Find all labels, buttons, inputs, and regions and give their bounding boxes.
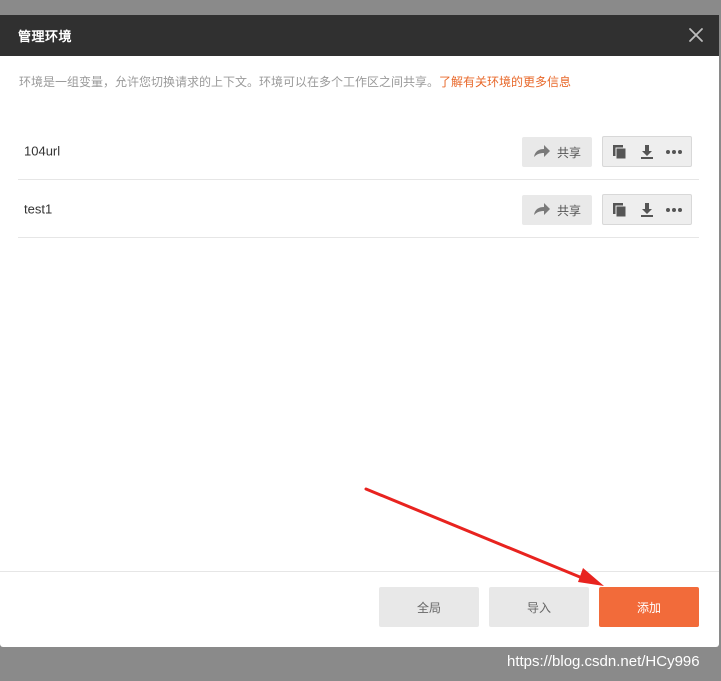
environment-name[interactable]: 104url: [24, 143, 60, 158]
download-icon[interactable]: [636, 141, 658, 163]
more-icon[interactable]: [663, 199, 685, 221]
learn-more-link[interactable]: 了解有关环境的更多信息: [439, 75, 571, 89]
watermark: https://blog.csdn.net/HCy996: [507, 653, 700, 670]
environment-actions: [602, 136, 692, 167]
add-button[interactable]: 添加: [599, 587, 699, 627]
share-label: 共享: [556, 145, 581, 160]
environment-list: 104url 共享 test1 共享: [18, 122, 699, 238]
import-button[interactable]: 导入: [489, 587, 589, 627]
share-arrow-icon: [533, 144, 551, 161]
copy-icon[interactable]: [609, 199, 631, 221]
more-icon[interactable]: [663, 141, 685, 163]
intro-text: 环境是一组变量，允许您切换请求的上下文。环境可以在多个工作区之间共享。了解有关环…: [19, 73, 571, 90]
environment-row[interactable]: 104url 共享: [18, 122, 699, 180]
share-arrow-icon: [533, 202, 551, 219]
manage-environments-dialog: 管理环境 环境是一组变量，允许您切换请求的上下文。环境可以在多个工作区之间共享。…: [0, 15, 719, 647]
share-label: 共享: [556, 203, 581, 218]
share-button[interactable]: 共享: [522, 137, 592, 167]
dialog-title: 管理环境: [18, 29, 73, 44]
environment-name[interactable]: test1: [24, 201, 52, 216]
close-icon[interactable]: [685, 24, 707, 46]
environment-row[interactable]: test1 共享: [18, 180, 699, 238]
environment-actions: [602, 194, 692, 225]
footer-divider: [0, 571, 719, 572]
global-button[interactable]: 全局: [379, 587, 479, 627]
copy-icon[interactable]: [609, 141, 631, 163]
share-button[interactable]: 共享: [522, 195, 592, 225]
dialog-header: 管理环境: [0, 15, 719, 56]
download-icon[interactable]: [636, 199, 658, 221]
intro-description: 环境是一组变量，允许您切换请求的上下文。环境可以在多个工作区之间共享。: [19, 75, 440, 89]
